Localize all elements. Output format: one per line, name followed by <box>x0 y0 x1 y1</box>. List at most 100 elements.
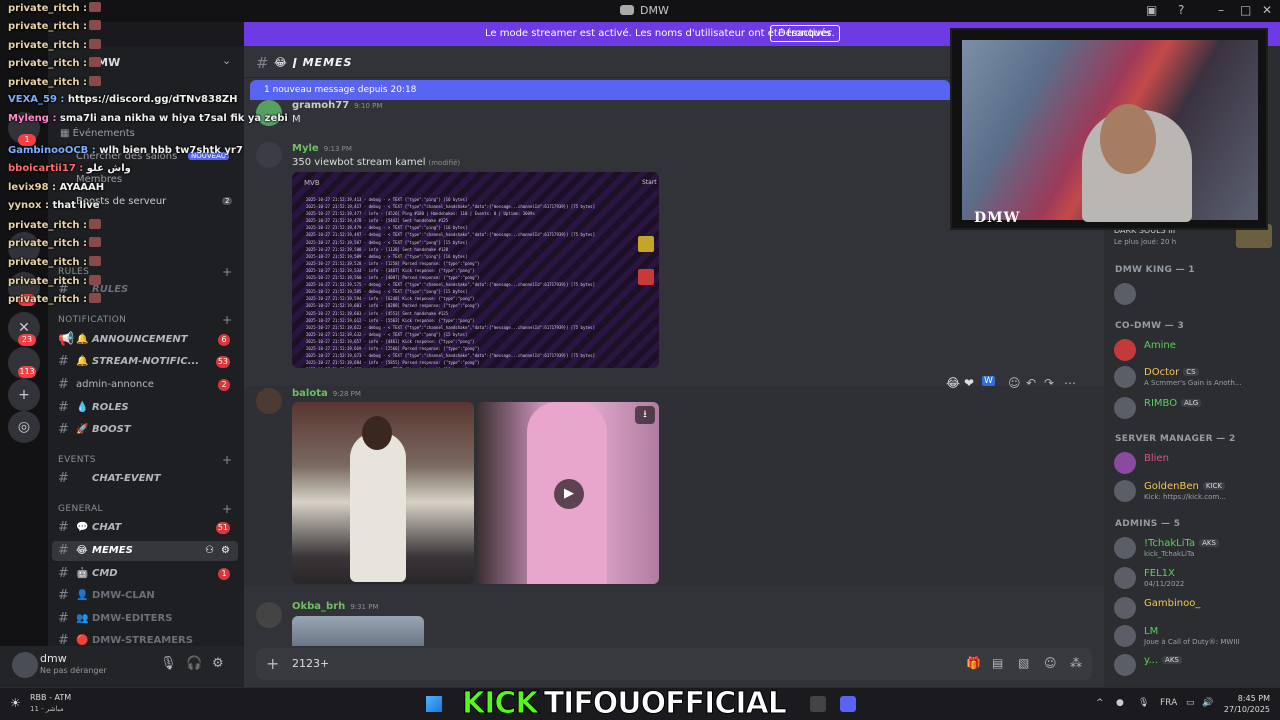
channel-dmw-streamers[interactable]: # 🔴 DMW-STREAMERS <box>52 631 238 646</box>
channel-dmw-editers[interactable]: # 👥 DMW-EDITERS <box>52 609 238 629</box>
member-item[interactable]: !TchakLiTa AKS kick_TchakLiTa <box>1114 535 1276 559</box>
channel-stream-notifications[interactable]: # 🔔 STREAM-NOTIFIC... 53 <box>52 352 238 372</box>
more-options-icon[interactable]: ⋯ <box>1064 376 1076 390</box>
message-input[interactable]: 2123+ <box>292 657 329 670</box>
member-item[interactable]: Gambinoo_ <box>1114 595 1276 619</box>
image-attachment[interactable] <box>292 616 424 646</box>
close-button[interactable]: ✕ <box>1262 3 1272 17</box>
help-icon[interactable]: ? <box>1178 3 1184 17</box>
network-icon[interactable]: ▭ <box>1186 698 1195 708</box>
forward-icon[interactable]: ↷ <box>1044 376 1054 390</box>
message-composer[interactable]: + 2123+ 🎁 ▤ ▧ ☺ ⁂ <box>256 648 1092 680</box>
member-item[interactable]: DOctor CS A Scmmer's Gain is Anoth... <box>1114 364 1276 388</box>
member-item[interactable]: y... AKS <box>1114 652 1276 676</box>
message-author[interactable]: balota 9:28 PM <box>292 388 361 399</box>
member-item[interactable] <box>1114 281 1276 305</box>
gear-icon[interactable]: ⚙ <box>221 541 230 561</box>
add-channel-icon[interactable]: + <box>222 453 232 467</box>
weather-title[interactable]: RBB - ATM <box>30 693 71 702</box>
weather-subtitle: مباشر - 11 <box>30 705 64 713</box>
reply-icon[interactable]: ↶ <box>1026 376 1036 390</box>
channel-announcement[interactable]: 📢 🔔 ANNOUNCEMENT 6 <box>52 330 238 350</box>
message-author[interactable]: gramoh77 9:10 PM <box>292 100 382 111</box>
hash-icon: # <box>58 566 69 581</box>
member-item[interactable]: GoldenBen KICK Kick: https://kick.com... <box>1114 478 1276 502</box>
video-attachment[interactable]: ▶ ⭳ <box>477 402 659 584</box>
microphone-icon[interactable]: 🎙 <box>1138 698 1149 708</box>
add-channel-icon[interactable]: + <box>222 313 232 327</box>
channel-chat[interactable]: # 💬 CHAT 51 <box>52 518 238 538</box>
chat-line: private_ritch : <box>8 293 102 305</box>
language-indicator[interactable]: FRA <box>1160 698 1177 708</box>
member-item[interactable]: LM Joue à Call of Duty®: MWIII <box>1114 623 1276 647</box>
member-item[interactable]: Blien <box>1114 450 1276 474</box>
w-reaction-icon[interactable]: W <box>982 376 995 386</box>
channel-cmd[interactable]: # 🤖 CMD 1 <box>52 564 238 584</box>
discord-taskbar-icon[interactable] <box>840 696 856 712</box>
add-channel-icon[interactable]: + <box>222 502 232 516</box>
maximize-button[interactable]: □ <box>1240 3 1251 17</box>
new-messages-bar[interactable]: 1 nouveau message depuis 20:18 <box>250 80 950 100</box>
channel-boost[interactable]: # 🚀 BOOST <box>52 420 238 440</box>
plus-icon[interactable]: + <box>266 654 279 673</box>
gif-icon[interactable]: ▤ <box>992 656 1003 670</box>
minimize-button[interactable]: – <box>1218 3 1224 17</box>
avatar[interactable] <box>12 652 38 678</box>
channel-admin-annonce[interactable]: # admin-annonce 2 <box>52 375 238 395</box>
add-reaction-icon[interactable]: ☺ <box>1008 376 1021 390</box>
terminal-side-button <box>638 269 654 285</box>
events-link[interactable]: ▦ Événements <box>60 128 135 139</box>
gift-icon[interactable]: 🎁 <box>966 656 981 670</box>
edited-label: (modifié) <box>428 159 461 167</box>
chevron-up-icon[interactable]: ^ <box>1096 698 1104 708</box>
emote-icon <box>89 20 102 30</box>
chat-line: bboicartii17 : واش علو <box>8 163 131 174</box>
weather-icon: ☀ <box>10 696 21 710</box>
channel-chat-event[interactable]: # CHAT-EVENT <box>52 469 238 489</box>
headphones-icon[interactable]: 🎧 <box>186 656 202 671</box>
explore-servers-icon[interactable]: ◎ <box>8 411 40 443</box>
chevron-down-icon[interactable]: ⌄ <box>222 54 231 67</box>
channel-roles[interactable]: # 💧 ROLES <box>52 398 238 418</box>
download-icon[interactable]: ⭳ <box>635 406 655 424</box>
add-channel-icon[interactable]: + <box>222 265 232 279</box>
add-server-icon[interactable]: + <box>8 379 40 411</box>
channel-dmw-clan[interactable]: # 👤 DMW-CLAN <box>52 586 238 606</box>
sticker-icon[interactable]: ▧ <box>1018 656 1029 670</box>
laugh-reaction-icon[interactable]: 😂 <box>946 376 960 390</box>
emoji-icon[interactable]: ☺ <box>1044 656 1057 670</box>
member-item[interactable]: RIMBO ALG <box>1114 395 1276 419</box>
avatar[interactable] <box>256 142 282 168</box>
channel-memes[interactable]: # 😂 MEMES ⚇ ⚙ <box>52 541 238 561</box>
red-dot-icon: 🔴 <box>76 635 89 646</box>
avatar <box>1114 339 1136 361</box>
member-status: Kick: https://kick.com... <box>1144 493 1226 501</box>
heart-reaction-icon[interactable]: ❤ <box>964 376 974 390</box>
inbox-icon[interactable]: ▣ <box>1146 3 1157 17</box>
terminal-screenshot-attachment[interactable]: MVB Start 2025-10-27 21:52:19,413 - debu… <box>292 172 659 368</box>
avatar[interactable] <box>256 388 282 414</box>
play-icon[interactable]: ▶ <box>554 479 584 509</box>
image-attachment[interactable] <box>292 402 474 584</box>
disable-streamer-mode-button[interactable]: Désactiver <box>770 25 840 42</box>
category-general[interactable]: GENERAL + <box>58 502 232 516</box>
category-notification[interactable]: NOTIFICATION + <box>58 313 232 327</box>
clock[interactable]: 8:45 PM 27/10/2025 <box>1208 693 1270 715</box>
category-events[interactable]: EVENTS + <box>58 453 232 467</box>
start-button[interactable] <box>426 696 442 712</box>
taskbar-app-icon[interactable] <box>810 696 826 712</box>
invite-icon[interactable]: ⚇ <box>205 541 214 561</box>
member-item[interactable]: FEL1X 04/11/2022 <box>1114 565 1276 589</box>
tray-app-icon[interactable]: ● <box>1116 698 1124 708</box>
message-text: M <box>292 114 301 125</box>
message-author[interactable]: Okba_brh 9:31 PM <box>292 601 379 612</box>
chat-line: yynox : that live <box>8 200 100 211</box>
member-item[interactable]: Amine <box>1114 337 1276 361</box>
microphone-icon[interactable]: 🎙 <box>160 656 177 671</box>
message-author[interactable]: Myle 9:13 PM <box>292 143 352 154</box>
gear-icon[interactable]: ⚙ <box>212 656 224 671</box>
username[interactable]: dmw <box>40 652 67 665</box>
server-ping-badge: 113 <box>18 366 36 378</box>
avatar[interactable] <box>256 602 282 628</box>
apps-icon[interactable]: ⁂ <box>1070 656 1082 670</box>
